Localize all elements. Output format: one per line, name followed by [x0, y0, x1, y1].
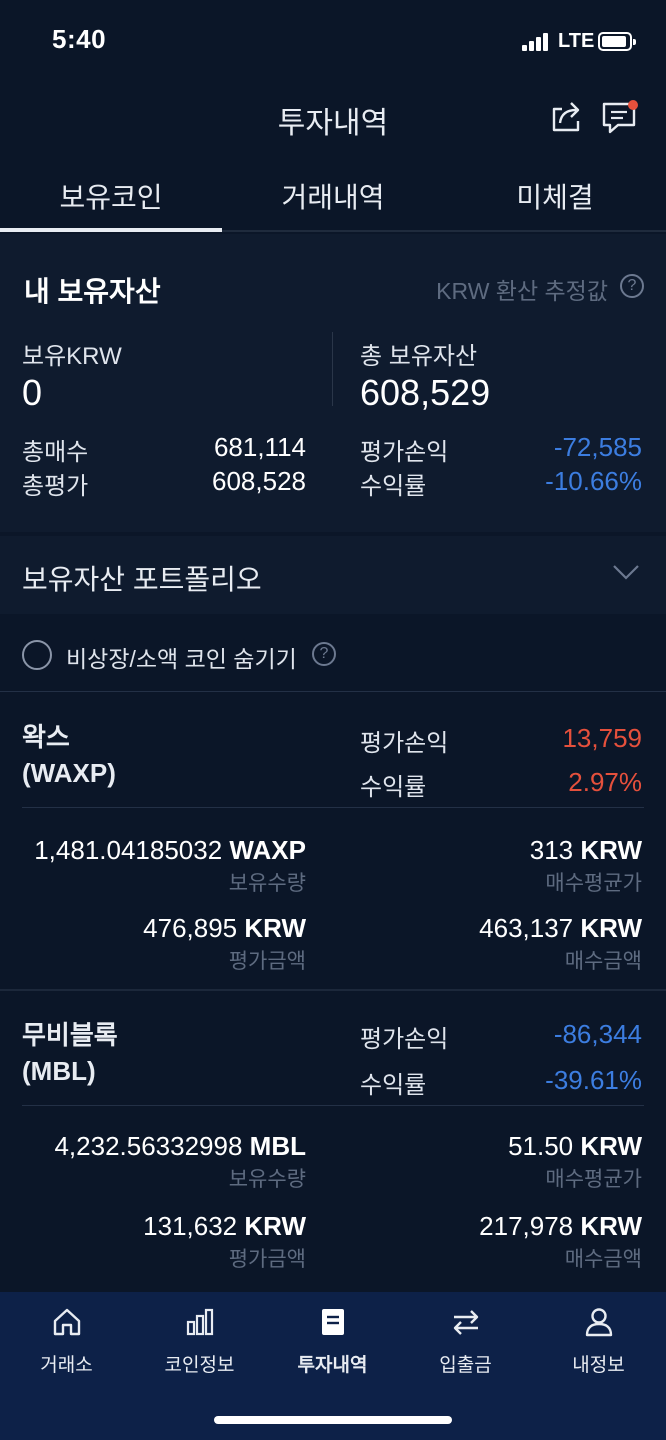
- pnl-value: -72,585: [553, 432, 642, 462]
- total-buy-value: 681,114: [213, 432, 306, 462]
- coin-rate-value: -39.61%: [545, 1065, 642, 1095]
- chart-bars-icon: [186, 1308, 213, 1336]
- transfer-arrows-icon: [453, 1310, 478, 1335]
- help-icon[interactable]: ?: [312, 642, 336, 666]
- coin-quantity: 4,232.56332998 MBL: [54, 1131, 306, 1161]
- divider: [22, 807, 644, 808]
- coin-pnl-label: 평가손익: [360, 730, 449, 757]
- coin-buy-amount: 463,137 KRW: [479, 913, 642, 943]
- document-icon: [321, 1309, 344, 1335]
- coin-buy-amount: 217,978 KRW: [479, 1211, 642, 1241]
- help-icon[interactable]: ?: [620, 274, 644, 298]
- network-label: LTE: [558, 30, 595, 52]
- coin-symbol: (WAXP): [22, 758, 116, 788]
- coin-rate-label: 수익률: [360, 1072, 427, 1099]
- hide-small-coins-radio[interactable]: [22, 640, 52, 670]
- tab-indicator: [0, 228, 222, 232]
- coin-pnl-label: 평가손익: [360, 1026, 449, 1053]
- coin-quantity-label: 보유수량: [228, 1168, 306, 1191]
- signal-icon: [522, 33, 550, 51]
- battery-icon: [598, 32, 636, 51]
- notification-dot: [628, 100, 638, 110]
- coin-buy-amount-label: 매수금액: [564, 1248, 642, 1271]
- coin-name: 무비블록: [22, 1020, 118, 1050]
- total-assets-value: 608,529: [360, 372, 491, 413]
- coin-quantity-label: 보유수량: [228, 872, 306, 895]
- total-assets-label: 총 보유자산: [360, 343, 478, 370]
- hide-small-coins-row: 비상장/소액 코인 숨기기 ?: [0, 614, 666, 692]
- coin-eval-amount-label: 평가금액: [228, 1248, 306, 1271]
- total-buy-label: 총매수: [22, 439, 89, 466]
- coin-card[interactable]: 무비블록 (MBL) 평가손익 -86,344 수익률 -39.61% 4,23…: [0, 991, 666, 1288]
- asset-summary: 내 보유자산 KRW 환산 추정값 ? 보유KRW 0 총 보유자산 608,5…: [0, 234, 666, 532]
- coin-rate-label: 수익률: [360, 774, 427, 801]
- chevron-down-icon: [613, 565, 639, 580]
- divider: [22, 1105, 644, 1106]
- home-icon: [53, 1308, 80, 1336]
- nav-investments[interactable]: 투자내역: [266, 1302, 399, 1377]
- coin-avg-price: 51.50 KRW: [508, 1131, 642, 1161]
- rate-value: -10.66%: [545, 466, 642, 496]
- person-icon: [585, 1308, 612, 1337]
- coin-buy-amount-label: 매수금액: [564, 950, 642, 973]
- status-time: 5:40: [52, 24, 107, 54]
- nav-label: 내정보: [572, 1355, 625, 1376]
- coin-card[interactable]: 왁스 (WAXP) 평가손익 13,759 수익률 2.97% 1,481.04…: [0, 693, 666, 991]
- coin-avg-price-label: 매수평균가: [545, 1168, 642, 1191]
- coin-avg-price: 313 KRW: [529, 835, 642, 865]
- hide-small-coins-label[interactable]: 비상장/소액 코인 숨기기: [66, 640, 297, 674]
- nav-my-info[interactable]: 내정보: [532, 1302, 665, 1377]
- krw-label: 보유KRW: [22, 343, 122, 370]
- coin-eval-amount-label: 평가금액: [228, 950, 306, 973]
- krw-value: 0: [22, 372, 43, 413]
- total-eval-value: 608,528: [212, 466, 306, 496]
- coin-eval-amount: 476,895 KRW: [143, 913, 306, 943]
- coin-name: 왁스: [22, 722, 70, 752]
- nav-label: 투자내역: [297, 1355, 368, 1376]
- nav-coin-info[interactable]: 코인정보: [133, 1302, 266, 1377]
- pnl-label: 평가손익: [360, 439, 449, 466]
- krw-note: KRW 환산 추정값: [436, 278, 608, 304]
- coin-symbol: (MBL): [22, 1056, 96, 1086]
- rate-label: 수익률: [360, 473, 427, 500]
- total-eval-label: 총평가: [22, 473, 89, 500]
- tab-pending[interactable]: 미체결: [444, 176, 666, 216]
- coin-quantity: 1,481.04185032 WAXP: [34, 835, 306, 865]
- status-bar: 5:40 LTE: [0, 0, 666, 80]
- coin-eval-amount: 131,632 KRW: [143, 1211, 306, 1241]
- nav-label: 입출금: [439, 1355, 492, 1376]
- divider: [332, 332, 333, 406]
- nav-deposit-withdraw[interactable]: 입출금: [399, 1302, 532, 1377]
- summary-title: 내 보유자산: [24, 276, 161, 307]
- coin-pnl-value: -86,344: [553, 1019, 642, 1049]
- tab-history[interactable]: 거래내역: [222, 176, 444, 216]
- coin-avg-price-label: 매수평균가: [545, 872, 642, 895]
- home-indicator[interactable]: [214, 1416, 452, 1424]
- portfolio-label: 보유자산 포트폴리오: [22, 564, 262, 595]
- coin-pnl-value: 13,759: [562, 723, 642, 753]
- tab-bar: 보유코인 거래내역 미체결: [0, 160, 666, 232]
- share-icon[interactable]: [548, 98, 584, 134]
- portfolio-toggle[interactable]: 보유자산 포트폴리오: [0, 536, 666, 614]
- nav-label: 코인정보: [164, 1355, 235, 1376]
- nav-exchange[interactable]: 거래소: [0, 1302, 133, 1377]
- nav-label: 거래소: [40, 1355, 93, 1376]
- tab-holdings[interactable]: 보유코인: [0, 176, 222, 216]
- coin-rate-value: 2.97%: [568, 767, 642, 797]
